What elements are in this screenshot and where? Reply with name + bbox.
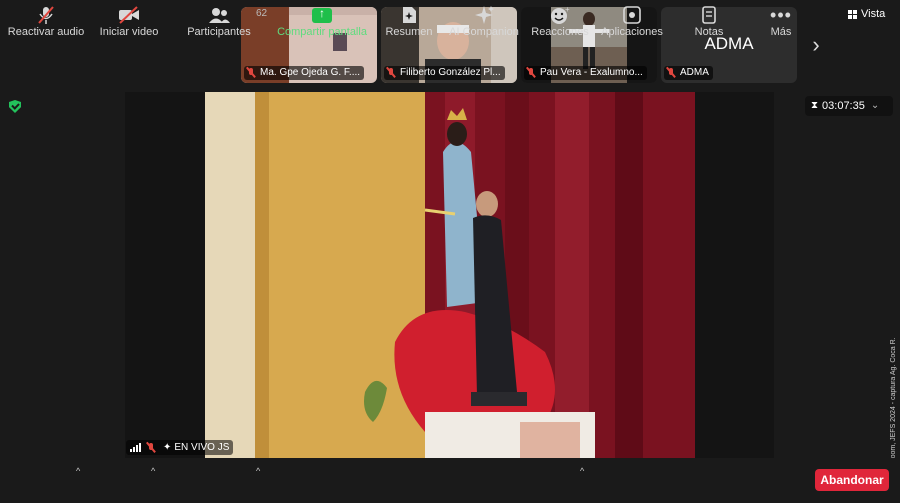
notes-button[interactable]: Notas [690, 4, 728, 42]
microphone-muted-icon [38, 6, 54, 24]
mic-muted-icon [526, 67, 536, 79]
mic-muted-icon [666, 67, 676, 79]
video-camera-off-icon [119, 6, 139, 24]
reactions-options-chevron-icon[interactable]: ^ [580, 466, 584, 476]
start-video-button[interactable]: Iniciar video [97, 4, 161, 42]
participants-options-chevron-icon[interactable]: ^ [256, 466, 260, 476]
more-dots-icon: ••• [770, 4, 792, 25]
unmute-audio-button[interactable]: Reactivar audio [8, 4, 84, 42]
participant-name-3: Pau Vera - Exalumno... [524, 66, 647, 80]
reactions-button[interactable]: + Reacciones [530, 4, 590, 42]
meeting-timer[interactable]: ⧗ 03:07:35 ⌄ [805, 96, 893, 116]
encryption-shield-icon[interactable] [9, 100, 21, 113]
hourglass-icon: ⧗ [811, 100, 819, 111]
more-button[interactable]: ••• Más [766, 4, 796, 42]
sparkle-icon [475, 6, 494, 24]
video-options-chevron-icon[interactable]: ^ [151, 466, 155, 476]
summary-document-icon [403, 7, 416, 23]
share-screen-icon [312, 6, 332, 23]
next-page-chevron-icon[interactable]: › [806, 30, 826, 60]
mic-muted-icon [146, 442, 156, 454]
notes-icon [702, 6, 716, 24]
view-button[interactable]: Vista [848, 6, 885, 22]
signal-strength-icon [130, 443, 141, 452]
apps-button[interactable]: Aplicaciones [600, 4, 664, 42]
meeting-toolbar [0, 458, 900, 503]
emoji-reaction-icon: + [551, 5, 570, 24]
share-screen-button[interactable]: Compartir pantalla [276, 4, 368, 42]
participant-name-1: Ma. Gpe Ojeda G. F.... [244, 66, 365, 80]
pin-icon: ✦ [163, 442, 172, 453]
participants-count: 62 [256, 8, 268, 19]
svg-text:+: + [565, 5, 570, 14]
video-scene [125, 92, 774, 458]
participants-icon [209, 8, 230, 23]
apps-icon [623, 6, 641, 24]
ai-companion-button[interactable]: AI Companion [448, 4, 520, 42]
participants-button[interactable]: 62 Participantes [184, 4, 267, 42]
main-video-feed [125, 92, 774, 458]
summary-button[interactable]: Resumen [384, 4, 434, 42]
mic-muted-icon [246, 67, 256, 79]
participant-name-4: ADMA [664, 66, 713, 80]
participant-name-2: Filiberto González Pl... [384, 66, 505, 80]
presenter-name: EN VIVO JS [174, 442, 230, 453]
mic-muted-icon [386, 67, 396, 79]
grid-view-icon [848, 9, 857, 19]
chevron-down-icon: ⌄ [870, 100, 880, 111]
live-indicator: ✦ EN VIVO JS [126, 440, 234, 455]
audio-options-chevron-icon[interactable]: ^ [76, 466, 80, 476]
leave-meeting-button[interactable]: Abandonar [815, 469, 889, 491]
